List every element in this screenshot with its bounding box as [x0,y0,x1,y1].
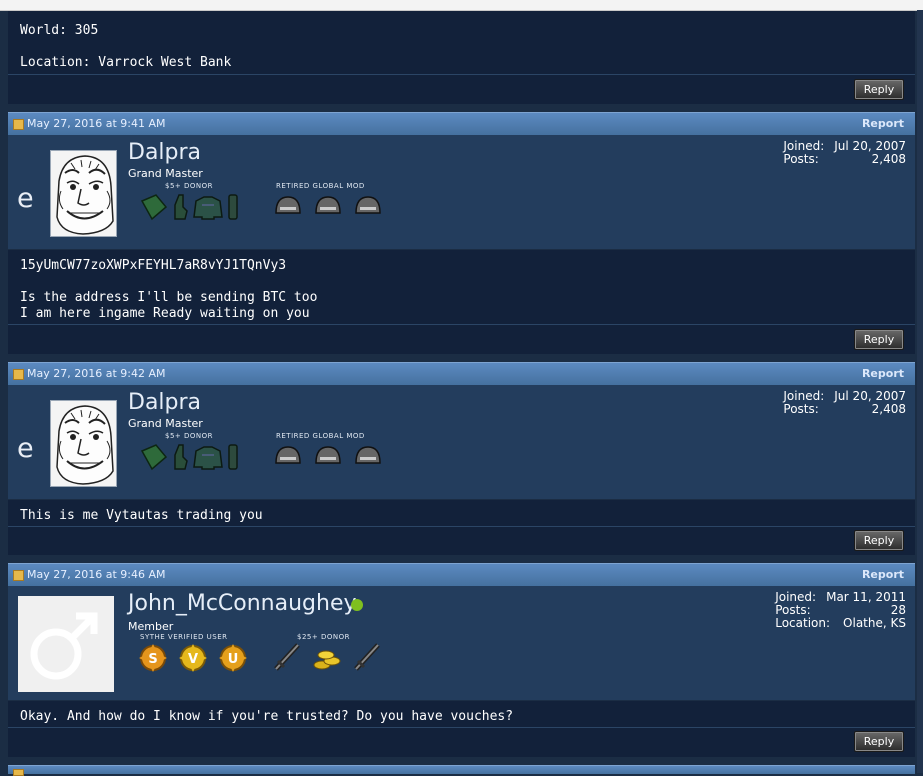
svg-text:S: S [148,652,157,667]
message-divider [8,74,915,75]
post-message-body: World: 305 Location: Varrock West Bank R… [8,11,915,104]
message-line: 15yUmCW77zoXWPxFEYHL7aR8vYJ1TQnVy3 [20,258,287,273]
post-date: May 27, 2016 at 9:41 AM [27,117,166,130]
post-user-info: John_McConnaughey Member SYTHE VERIFIED … [8,586,915,700]
sword-icon [354,643,380,671]
message-line: Is the address I'll be sending BTC too [20,290,318,305]
posts-label: Posts: [783,402,819,416]
post-message-body: This is me Vytautas trading you Reply [8,500,915,555]
reply-button[interactable]: Reply [854,731,904,752]
rank-label: RETIRED GLOBAL MOD [276,432,365,440]
location-label: Location: [775,616,831,630]
sword-icon [274,643,300,671]
rank-label: $5+ DONOR [165,432,214,440]
rank-label: $25+ DONOR [297,633,350,641]
grey-helmet-icon [315,446,341,464]
donor-rank-icons [140,193,239,221]
rage-face-icon [51,401,116,486]
reply-button[interactable]: Reply [854,530,904,551]
user-stats: Joined: Jul 20, 2007 Posts: 2,408 [783,390,906,416]
user-title: Member [128,620,174,633]
post-header: May 27, 2016 at 9:42 AM Report [8,362,915,385]
report-link[interactable]: Report [862,568,904,581]
green-legs-icon [228,444,238,470]
user-stats: Joined: Jul 20, 2007 Posts: 2,408 [783,140,906,166]
green-shield-icon [140,194,168,221]
posts-value: 2,408 [871,402,906,416]
post-message-body: 15yUmCW77zoXWPxFEYHL7aR8vYJ1TQnVy3 Is th… [8,250,915,354]
posts-value: 2,408 [871,152,906,166]
green-legs-icon [228,194,238,220]
male-symbol-icon [18,596,114,692]
user-title: Grand Master [128,167,203,180]
message-divider [8,727,915,728]
message-line: Okay. And how do I know if you're truste… [20,709,514,724]
location-value: Olathe, KS [843,616,906,630]
donor-rank-icons [272,641,382,673]
grey-helmet-icon [355,446,381,464]
username[interactable]: John_McConnaughey [128,591,357,616]
avatar-letter: e [17,183,34,214]
post-status-icon [13,369,24,380]
green-platebody-icon [193,196,223,220]
post-user-info: e Dalpra Grand Master $5+ DONOR RETIRED … [8,385,915,499]
mod-rank-icons [274,195,382,217]
grey-helmet-icon [315,196,341,214]
reply-button[interactable]: Reply [854,79,904,100]
message-line: Location: Varrock West Bank [20,55,232,70]
message-divider [8,324,915,325]
post-date: May 27, 2016 at 9:46 AM [27,568,166,581]
post-user-info: e Dalpra Grand Master $5+ DONOR RETIRED … [8,135,915,249]
username[interactable]: Dalpra [128,140,201,165]
user-title: Grand Master [128,417,203,430]
message-line [20,274,317,290]
v-badge-icon: V [179,644,207,672]
message-line: I am here ingame Ready waiting on you [20,306,310,321]
posts-label: Posts: [783,152,819,166]
message-line: World: 305 [20,23,99,38]
report-link[interactable]: Report [862,367,904,380]
verified-rank-icons: S V U [138,643,248,673]
message-divider [8,526,915,527]
avatar[interactable] [18,596,114,692]
report-link[interactable]: Report [862,117,904,130]
grey-helmet-icon [275,446,301,464]
donor-rank-icons [140,443,239,471]
online-status-icon [351,599,363,611]
grey-helmet-icon [275,196,301,214]
post-status-icon [13,119,24,130]
green-gauntlet-icon [174,444,188,470]
page-scrollbar[interactable] [917,10,923,773]
rank-label: RETIRED GLOBAL MOD [276,182,365,190]
post-header: May 27, 2016 at 9:41 AM Report [8,112,915,135]
avatar-letter: e [17,433,34,464]
rank-label: $5+ DONOR [165,182,214,190]
post-status-icon [13,570,24,581]
green-platebody-icon [193,446,223,470]
browser-top-strip [0,0,923,11]
username[interactable]: Dalpra [128,390,201,415]
avatar[interactable] [50,400,117,487]
message-line [20,39,231,55]
reply-button[interactable]: Reply [854,329,904,350]
rage-face-icon [51,151,116,236]
green-shield-icon [140,444,168,471]
u-badge-icon: U [219,644,247,672]
avatar[interactable] [50,150,117,237]
green-gauntlet-icon [174,194,188,220]
gold-coins-icon [313,650,341,670]
s-badge-icon: S [139,644,167,672]
svg-text:U: U [228,652,239,667]
mod-rank-icons [274,445,382,467]
grey-helmet-icon [355,196,381,214]
message-line: This is me Vytautas trading you [20,508,263,523]
user-stats: Joined: Mar 11, 2011 Posts: 28 Location: Ol… [775,591,906,630]
svg-text:V: V [188,652,198,667]
rank-label: SYTHE VERIFIED USER [140,633,228,641]
post-header: May 27, 2016 at 9:46 AM Report [8,563,915,586]
post-message-body: Okay. And how do I know if you're truste… [8,701,915,757]
post-date: May 27, 2016 at 9:42 AM [27,367,166,380]
